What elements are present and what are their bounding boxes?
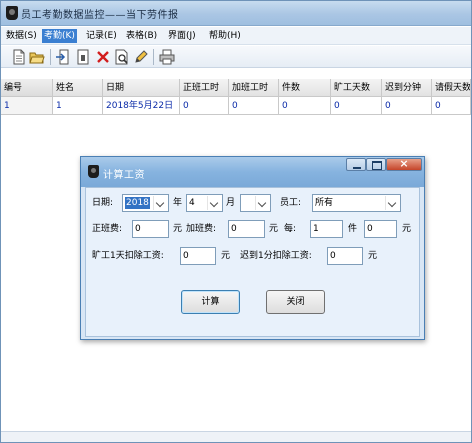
maximize-button[interactable] (366, 158, 386, 171)
title-bar: 员工考勤数据监控——当下劳件报 (1, 1, 471, 26)
base-pay-label: 正班费: (92, 224, 123, 234)
cell-absent-days[interactable]: 0 (331, 97, 382, 115)
toolbar-separator (50, 49, 51, 65)
column-header-overtime-hours[interactable]: 加班工时 (229, 79, 279, 97)
piece-rate-input[interactable]: 0 (364, 220, 397, 238)
app-icon (6, 6, 18, 20)
month-value: 4 (189, 198, 195, 208)
dialog-app-icon (88, 165, 99, 178)
menu-attendance[interactable]: 考勤(K) (42, 29, 77, 43)
calculate-button[interactable]: 计算 (181, 290, 240, 314)
cell-regular-hours[interactable]: 0 (180, 97, 229, 115)
toolbar (1, 46, 471, 68)
absent-deduction-unit: 元 (221, 251, 231, 261)
column-header-pieces[interactable]: 件数 (279, 79, 331, 97)
calculate-wage-dialog: 计算工资 × 日期: 2018 年 4 月 员工: 所有 正班费: 0 元 加班… (80, 156, 425, 340)
menu-records[interactable]: 记录(E) (84, 29, 119, 43)
late-deduction-input[interactable]: 0 (327, 247, 363, 265)
menu-help[interactable]: 帮助(H) (207, 29, 243, 43)
menu-bar: 数据(S) 考勤(K) 记录(E) 表格(B) 界面(J) 帮助(H) (1, 27, 471, 45)
chevron-down-icon (207, 196, 221, 210)
base-pay-unit: 元 (173, 224, 183, 234)
cell-overtime-hours[interactable]: 0 (229, 97, 279, 115)
edit-pencil-icon[interactable] (133, 49, 149, 65)
report-icon[interactable] (75, 49, 91, 65)
cell-pieces[interactable]: 0 (279, 97, 331, 115)
date-label: 日期: (92, 198, 114, 208)
absent-deduction-label: 旷工1天扣除工资: (92, 251, 164, 261)
chevron-down-icon (255, 196, 269, 210)
status-bar (1, 431, 471, 442)
window-title: 员工考勤数据监控——当下劳件报 (21, 10, 179, 21)
late-deduction-label: 迟到1分扣除工资: (240, 251, 312, 261)
piece-unit-label: 件 (348, 224, 358, 234)
close-button[interactable]: 关闭 (266, 290, 325, 314)
chevron-down-icon (153, 196, 167, 210)
dialog-title-bar: 计算工资 × (81, 157, 424, 187)
print-icon[interactable] (159, 49, 175, 65)
delete-icon[interactable] (95, 49, 111, 65)
preview-icon[interactable] (114, 49, 130, 65)
chevron-down-icon (385, 196, 399, 210)
piece-count-input[interactable]: 1 (310, 220, 343, 238)
new-document-icon[interactable] (11, 49, 27, 65)
column-header-name[interactable]: 姓名 (53, 79, 103, 97)
piece-label: 每: (284, 224, 297, 234)
absent-deduction-input[interactable]: 0 (180, 247, 216, 265)
table-row[interactable]: 1 1 2018年5月22日 0 0 0 0 0 0 (1, 97, 471, 115)
late-deduction-unit: 元 (368, 251, 378, 261)
month-select[interactable]: 4 (186, 194, 223, 212)
overtime-pay-input[interactable]: 0 (228, 220, 265, 238)
open-folder-icon[interactable] (29, 49, 45, 65)
year-value: 2018 (125, 197, 150, 209)
column-header-regular-hours[interactable]: 正班工时 (180, 79, 229, 97)
grid-header-row: 编号 姓名 日期 正班工时 加班工时 件数 旷工天数 迟到分钟 请假天数 (1, 79, 471, 97)
base-pay-input[interactable]: 0 (132, 220, 169, 238)
toolbar-separator (153, 49, 154, 65)
overtime-pay-label: 加班费: (186, 224, 217, 234)
column-header-absent-days[interactable]: 旷工天数 (331, 79, 382, 97)
close-icon: × (399, 157, 409, 170)
employee-value: 所有 (315, 198, 334, 208)
dialog-body: 日期: 2018 年 4 月 员工: 所有 正班费: 0 元 加班费: 0 元 … (85, 187, 420, 337)
menu-tables[interactable]: 表格(B) (124, 29, 159, 43)
column-header-late-minutes[interactable]: 迟到分钟 (382, 79, 432, 97)
employee-label: 员工: (280, 198, 302, 208)
year-select[interactable]: 2018 (122, 194, 169, 212)
day-select[interactable] (240, 194, 271, 212)
menu-data[interactable]: 数据(S) (4, 29, 39, 43)
import-icon[interactable] (55, 49, 71, 65)
overtime-pay-unit: 元 (269, 224, 279, 234)
cell-name[interactable]: 1 (53, 97, 103, 115)
close-window-button[interactable]: × (386, 157, 422, 171)
minimize-button[interactable] (346, 158, 366, 171)
employee-select[interactable]: 所有 (312, 194, 401, 212)
cell-date[interactable]: 2018年5月22日 (103, 97, 180, 115)
column-header-date[interactable]: 日期 (103, 79, 180, 97)
cell-late-minutes[interactable]: 0 (382, 97, 432, 115)
cell-leave-days[interactable]: 0 (432, 97, 471, 115)
column-header-id[interactable]: 编号 (1, 79, 53, 97)
cell-id[interactable]: 1 (1, 97, 53, 115)
piece-rate-unit: 元 (402, 224, 412, 234)
year-unit-label: 年 (173, 198, 183, 208)
month-unit-label: 月 (226, 198, 236, 208)
menu-interface[interactable]: 界面(J) (166, 29, 198, 43)
dialog-title: 计算工资 (103, 170, 145, 181)
column-header-leave-days[interactable]: 请假天数 (432, 79, 471, 97)
